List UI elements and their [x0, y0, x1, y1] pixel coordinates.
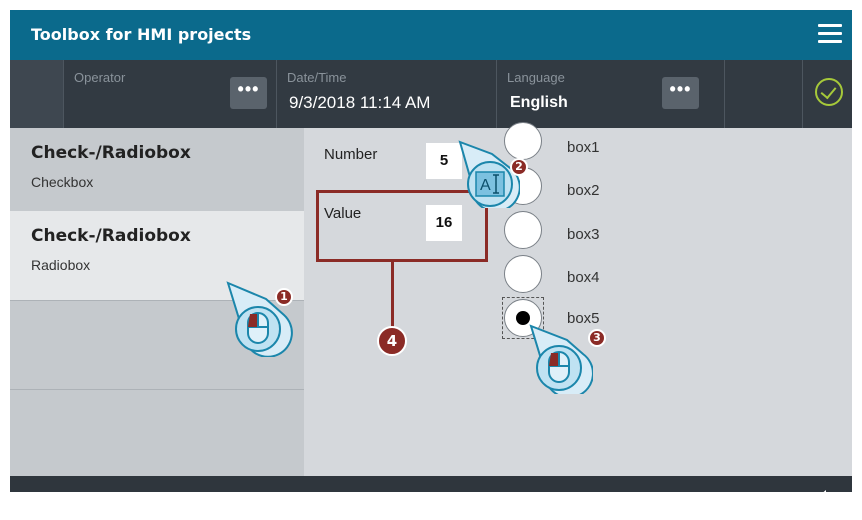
radio-label-box1: box1 [567, 139, 600, 156]
annotation-marker-4: 4 [377, 326, 407, 356]
confirm-cell[interactable] [802, 60, 852, 128]
language-label: Language [507, 70, 565, 85]
annotation-marker-1: 1 [275, 288, 293, 306]
checkmark-circle-icon[interactable] [815, 78, 843, 106]
hmi-screen: Toolbox for HMI projects Operator ••• Da… [10, 10, 852, 492]
app-title: Toolbox for HMI projects [31, 25, 252, 44]
mouse-cursor-icon [529, 324, 593, 394]
sidebar-item-title: Check-/Radiobox [31, 143, 191, 163]
annotation-marker-2: 2 [510, 158, 528, 176]
keyboard-badge-letter: A [480, 177, 491, 194]
annotation-marker-3: 3 [588, 329, 606, 347]
language-more-button[interactable]: ••• [662, 77, 699, 109]
hamburger-menu-icon[interactable] [818, 24, 842, 44]
radio-box4[interactable] [504, 255, 542, 293]
status-spacer [724, 60, 802, 128]
radio-label-box4: box4 [567, 269, 600, 286]
radio-label-box3: box3 [567, 226, 600, 243]
language-value: English [510, 94, 568, 111]
operator-more-button[interactable]: ••• [230, 77, 267, 109]
datetime-label: Date/Time [287, 70, 347, 85]
sidebar-item-empty[interactable] [10, 390, 304, 479]
radio-label-box2: box2 [567, 182, 600, 199]
annotation-connector [391, 262, 394, 328]
radio-box3[interactable] [504, 211, 542, 249]
title-bar: Toolbox for HMI projects [10, 10, 852, 60]
status-stub [10, 60, 63, 128]
sidebar-item-checkbox[interactable]: Check-/Radiobox Checkbox [10, 128, 304, 217]
number-label: Number [324, 146, 378, 163]
footer-bar [10, 476, 852, 492]
operator-cell: Operator ••• [63, 60, 276, 128]
sidebar-item-title: Check-/Radiobox [31, 226, 191, 246]
language-cell: Language English ••• [496, 60, 724, 128]
sidebar-item-subtitle: Radiobox [31, 257, 91, 273]
back-arrow-icon[interactable] [818, 486, 838, 492]
keyboard-input-icon: A [458, 140, 520, 208]
operator-label: Operator [74, 70, 126, 85]
status-bar: Operator ••• Date/Time 9/3/2018 11:14 AM… [10, 60, 852, 128]
datetime-cell: Date/Time 9/3/2018 11:14 AM [276, 60, 496, 128]
datetime-value: 9/3/2018 11:14 AM [289, 93, 431, 112]
sidebar-item-subtitle: Checkbox [31, 174, 94, 190]
